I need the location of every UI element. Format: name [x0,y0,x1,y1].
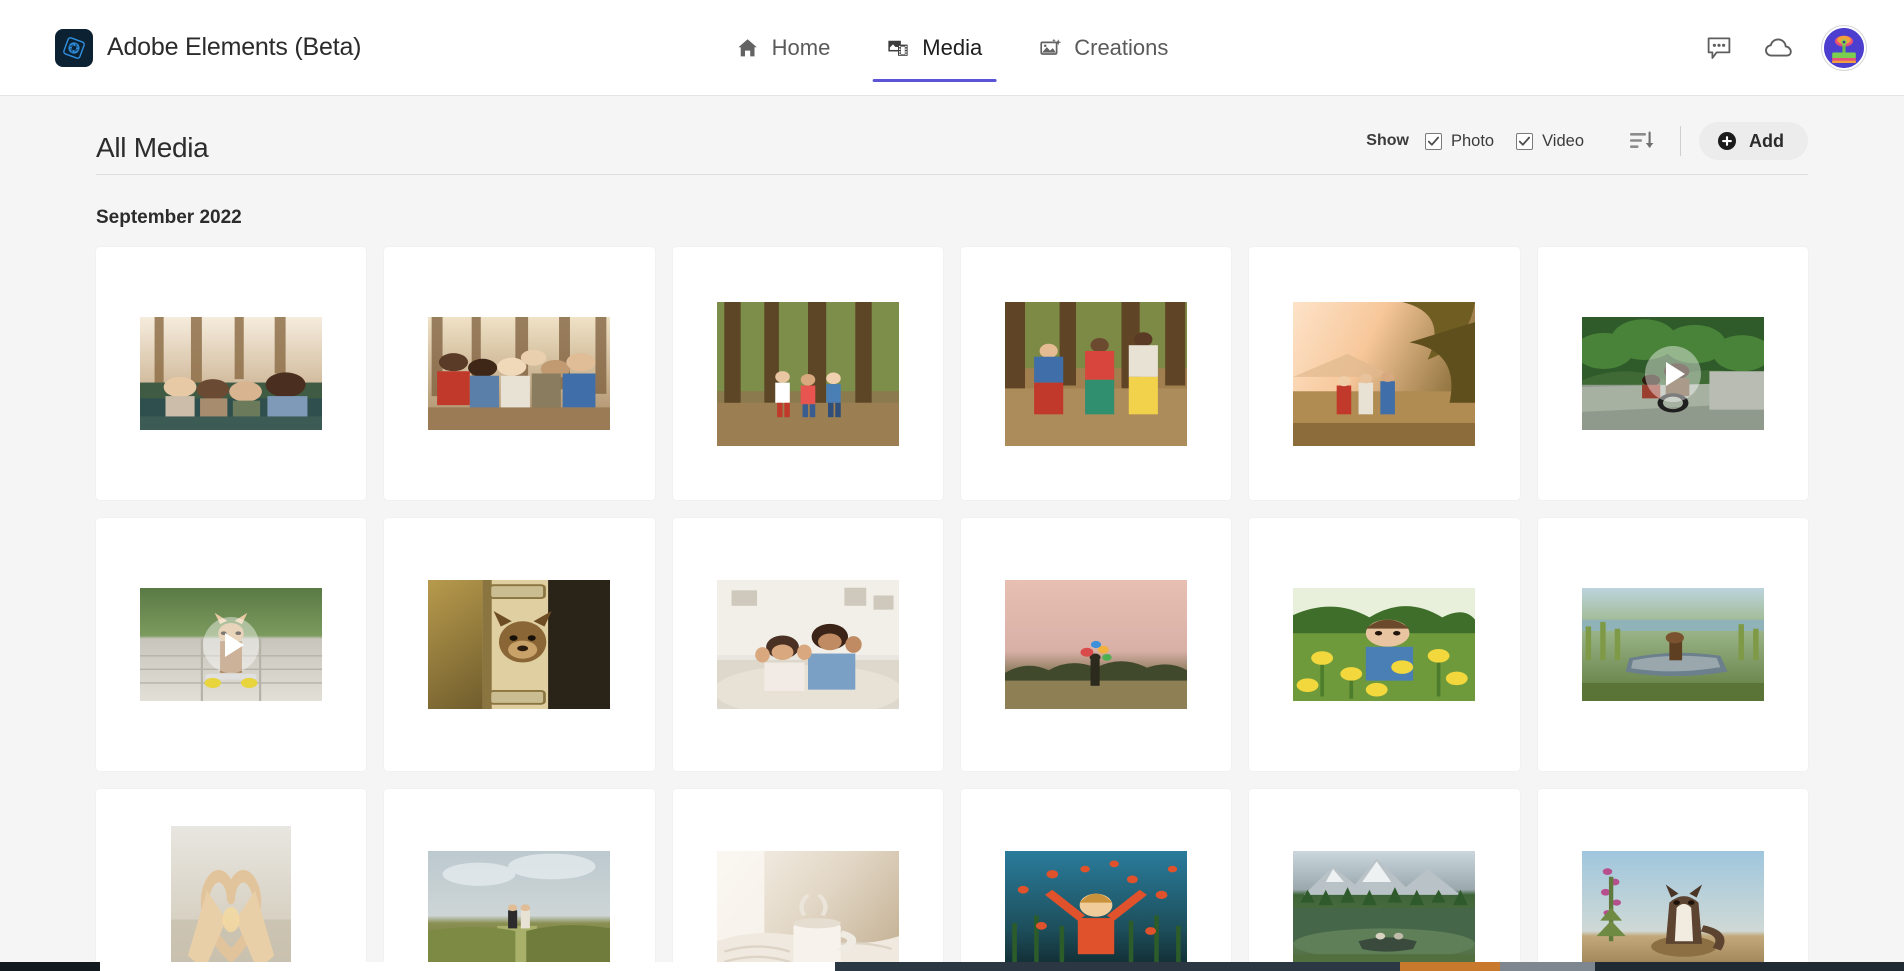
media-thumbnail [716,580,899,709]
media-thumbnail [1581,588,1764,701]
creations-icon [1038,36,1062,60]
media-thumbnail-wrapper [1581,851,1764,971]
media-thumbnail-wrapper [140,317,323,430]
taskbar-segment [0,962,100,971]
media-thumbnail-wrapper [1005,301,1188,446]
nav-label-media: Media [922,35,983,60]
media-thumbnail-wrapper [1005,580,1188,709]
media-thumbnail [140,317,323,430]
taskbar-segment [1400,962,1500,971]
media-card[interactable] [96,247,367,500]
plus-circle-icon [1717,131,1737,151]
media-thumbnail [428,317,611,430]
media-card[interactable] [96,518,367,771]
media-thumbnail [1581,851,1764,971]
filter-photo-checkbox[interactable]: Photo [1424,131,1495,151]
nav-item-creations[interactable]: Creations [1010,0,1196,96]
media-thumbnail [428,580,611,709]
media-card[interactable] [961,247,1232,500]
media-thumbnail [1005,851,1188,971]
media-card[interactable] [1249,518,1520,771]
app-title: Adobe Elements (Beta) [107,33,362,61]
media-thumbnail [716,851,899,971]
media-thumbnail-wrapper [428,851,611,971]
checkbox-video-box[interactable] [1516,132,1534,150]
nav-label-home: Home [771,35,831,60]
main-navigation: Home Media Creations [708,0,1197,96]
chat-bubble-icon[interactable] [1702,31,1736,65]
media-card[interactable] [1537,247,1808,500]
nav-item-home[interactable]: Home [708,0,859,96]
header-actions [1702,0,1866,96]
media-card[interactable] [961,518,1232,771]
media-thumbnail [1005,301,1188,446]
media-thumbnail-wrapper [716,580,899,709]
media-card[interactable] [1249,247,1520,500]
media-thumbnail-wrapper [428,317,611,430]
media-card[interactable] [1537,518,1808,771]
media-card[interactable] [672,247,943,500]
media-card[interactable] [384,789,655,971]
media-card[interactable] [672,518,943,771]
adobe-elements-aperture-logo-icon [55,28,93,67]
media-thumbnail [1293,851,1476,971]
filter-photo-label: Photo [1450,131,1495,150]
media-thumbnail [140,588,323,701]
show-label: Show [1366,132,1409,149]
media-thumbnail [428,851,611,971]
user-avatar[interactable] [1822,26,1866,70]
taskbar-segment [1595,962,1904,971]
filter-video-label: Video [1542,131,1584,150]
media-card[interactable] [1537,789,1808,971]
media-icon [886,36,910,60]
media-thumbnail-wrapper [1293,301,1476,446]
media-thumbnail-wrapper [171,825,292,971]
filter-video-checkbox[interactable]: Video [1516,132,1584,151]
media-thumbnail [1005,580,1188,709]
nav-item-media[interactable]: Media [858,0,1010,96]
media-thumbnail [1293,588,1476,701]
home-icon [736,36,760,60]
media-card[interactable] [384,518,655,771]
checkbox-photo-box[interactable] [1424,132,1442,150]
section-header: All Media Show Photo Video Add [96,96,1808,175]
media-card[interactable] [672,789,943,971]
media-thumbnail [716,301,899,446]
media-thumbnail-wrapper [1005,851,1188,971]
media-card[interactable] [1249,789,1520,971]
taskbar-segment [1500,962,1595,971]
nav-label-creations: Creations [1074,35,1169,60]
sort-descending-icon[interactable] [1622,124,1662,158]
media-grid [96,247,1856,971]
add-button[interactable]: Add [1699,122,1808,160]
taskbar-segment [100,962,835,971]
toolbar-divider [1680,126,1681,156]
media-thumbnail [1293,301,1476,446]
media-thumbnail-wrapper [1293,588,1476,701]
app-header: Adobe Elements (Beta) Home Media Creatio… [0,0,1904,96]
brand: Adobe Elements (Beta) [0,28,362,67]
taskbar-segment [835,962,1400,971]
os-taskbar [0,962,1904,971]
date-group-header: September 2022 [96,207,242,228]
media-card[interactable] [96,789,367,971]
page-title: All Media [96,132,209,163]
cloud-icon[interactable] [1762,31,1796,65]
media-thumbnail [1581,317,1764,430]
media-card[interactable] [961,789,1232,971]
media-card[interactable] [384,247,655,500]
media-thumbnail-wrapper [1581,317,1764,430]
media-thumbnail [171,825,292,971]
media-thumbnail-wrapper [140,588,323,701]
media-thumbnail-wrapper [716,301,899,446]
media-thumbnail-wrapper [716,851,899,971]
media-content-area: All Media Show Photo Video Add September… [0,96,1904,971]
media-thumbnail-wrapper [428,580,611,709]
media-toolbar: Show Photo Video Add [1366,122,1808,164]
media-thumbnail-wrapper [1293,851,1476,971]
media-thumbnail-wrapper [1581,588,1764,701]
add-button-label: Add [1749,130,1784,151]
